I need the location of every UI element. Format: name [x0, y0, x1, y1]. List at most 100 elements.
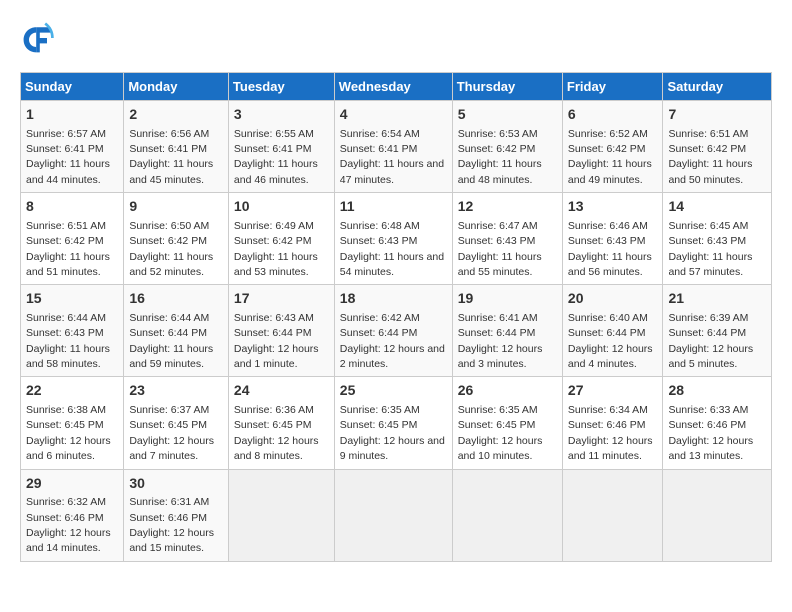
day-info: Sunrise: 6:40 AMSunset: 6:44 PMDaylight:… [568, 312, 653, 370]
day-info: Sunrise: 6:43 AMSunset: 6:44 PMDaylight:… [234, 312, 319, 370]
day-number: 26 [458, 381, 557, 401]
day-info: Sunrise: 6:51 AMSunset: 6:42 PMDaylight:… [668, 128, 752, 186]
day-info: Sunrise: 6:37 AMSunset: 6:45 PMDaylight:… [129, 404, 214, 462]
day-info: Sunrise: 6:51 AMSunset: 6:42 PMDaylight:… [26, 220, 110, 278]
calendar-cell: 21Sunrise: 6:39 AMSunset: 6:44 PMDayligh… [663, 285, 772, 377]
calendar-header-monday: Monday [124, 73, 229, 101]
calendar-cell: 9 Sunrise: 6:50 AMSunset: 6:42 PMDaylight… [124, 193, 229, 285]
calendar-cell: 26 Sunrise: 6:35 AMSunset: 6:45 PMDayligh… [452, 377, 562, 469]
calendar-cell: 25 Sunrise: 6:35 AMSunset: 6:45 PMDayligh… [334, 377, 452, 469]
calendar-cell: 12Sunrise: 6:47 AMSunset: 6:43 PMDayligh… [452, 193, 562, 285]
calendar-cell: 8 Sunrise: 6:51 AMSunset: 6:42 PMDaylight… [21, 193, 124, 285]
day-info: Sunrise: 6:35 AMSunset: 6:45 PMDaylight:… [340, 404, 445, 462]
calendar-cell: 19 Sunrise: 6:41 AMSunset: 6:44 PMDayligh… [452, 285, 562, 377]
day-info: Sunrise: 6:44 AMSunset: 6:43 PMDaylight:… [26, 312, 110, 370]
day-info: Sunrise: 6:36 AMSunset: 6:45 PMDaylight:… [234, 404, 319, 462]
calendar-header-tuesday: Tuesday [228, 73, 334, 101]
day-number: 1 [26, 105, 118, 125]
calendar-cell [452, 469, 562, 561]
calendar-cell: 24Sunrise: 6:36 AMSunset: 6:45 PMDayligh… [228, 377, 334, 469]
day-info: Sunrise: 6:41 AMSunset: 6:44 PMDaylight:… [458, 312, 543, 370]
calendar-cell: 28 Sunrise: 6:33 AMSunset: 6:46 PMDayligh… [663, 377, 772, 469]
calendar-header-sunday: Sunday [21, 73, 124, 101]
day-number: 16 [129, 289, 223, 309]
calendar-cell: 10 Sunrise: 6:49 AMSunset: 6:42 PMDayligh… [228, 193, 334, 285]
day-number: 11 [340, 197, 447, 217]
day-info: Sunrise: 6:47 AMSunset: 6:43 PMDaylight:… [458, 220, 542, 278]
day-info: Sunrise: 6:38 AMSunset: 6:45 PMDaylight:… [26, 404, 111, 462]
calendar-cell: 27 Sunrise: 6:34 AMSunset: 6:46 PMDayligh… [562, 377, 663, 469]
calendar-cell: 29Sunrise: 6:32 AMSunset: 6:46 PMDayligh… [21, 469, 124, 561]
calendar-cell: 4Sunrise: 6:54 AMSunset: 6:41 PMDaylight… [334, 101, 452, 193]
day-info: Sunrise: 6:34 AMSunset: 6:46 PMDaylight:… [568, 404, 653, 462]
calendar-cell: 2Sunrise: 6:56 AMSunset: 6:41 PMDaylight… [124, 101, 229, 193]
calendar-cell: 14 Sunrise: 6:45 AMSunset: 6:43 PMDayligh… [663, 193, 772, 285]
day-info: Sunrise: 6:56 AMSunset: 6:41 PMDaylight:… [129, 128, 213, 186]
calendar-cell: 13 Sunrise: 6:46 AMSunset: 6:43 PMDayligh… [562, 193, 663, 285]
day-number: 28 [668, 381, 766, 401]
calendar-cell: 30Sunrise: 6:31 AMSunset: 6:46 PMDayligh… [124, 469, 229, 561]
day-number: 6 [568, 105, 658, 125]
day-number: 17 [234, 289, 329, 309]
calendar-cell: 11 Sunrise: 6:48 AMSunset: 6:43 PMDayligh… [334, 193, 452, 285]
day-info: Sunrise: 6:48 AMSunset: 6:43 PMDaylight:… [340, 220, 444, 278]
calendar-header-thursday: Thursday [452, 73, 562, 101]
day-info: Sunrise: 6:49 AMSunset: 6:42 PMDaylight:… [234, 220, 318, 278]
logo [20, 20, 60, 56]
calendar-cell: 18 Sunrise: 6:42 AMSunset: 6:44 PMDayligh… [334, 285, 452, 377]
day-number: 4 [340, 105, 447, 125]
day-number: 21 [668, 289, 766, 309]
day-info: Sunrise: 6:50 AMSunset: 6:42 PMDaylight:… [129, 220, 213, 278]
day-number: 30 [129, 474, 223, 494]
day-number: 22 [26, 381, 118, 401]
day-info: Sunrise: 6:32 AMSunset: 6:46 PMDaylight:… [26, 496, 111, 554]
day-info: Sunrise: 6:33 AMSunset: 6:46 PMDaylight:… [668, 404, 753, 462]
calendar-cell: 15 Sunrise: 6:44 AMSunset: 6:43 PMDayligh… [21, 285, 124, 377]
calendar-header-saturday: Saturday [663, 73, 772, 101]
calendar-cell [228, 469, 334, 561]
day-info: Sunrise: 6:31 AMSunset: 6:46 PMDaylight:… [129, 496, 214, 554]
day-info: Sunrise: 6:46 AMSunset: 6:43 PMDaylight:… [568, 220, 652, 278]
calendar-header-wednesday: Wednesday [334, 73, 452, 101]
calendar-cell: 5 Sunrise: 6:53 AMSunset: 6:42 PMDaylight… [452, 101, 562, 193]
day-number: 9 [129, 197, 223, 217]
calendar-cell: 17 Sunrise: 6:43 AMSunset: 6:44 PMDayligh… [228, 285, 334, 377]
day-info: Sunrise: 6:35 AMSunset: 6:45 PMDaylight:… [458, 404, 543, 462]
calendar-cell: 20 Sunrise: 6:40 AMSunset: 6:44 PMDayligh… [562, 285, 663, 377]
day-number: 13 [568, 197, 658, 217]
calendar-cell: 7 Sunrise: 6:51 AMSunset: 6:42 PMDaylight… [663, 101, 772, 193]
day-number: 14 [668, 197, 766, 217]
day-info: Sunrise: 6:53 AMSunset: 6:42 PMDaylight:… [458, 128, 542, 186]
calendar-cell: 23Sunrise: 6:37 AMSunset: 6:45 PMDayligh… [124, 377, 229, 469]
calendar-week-row: 1 Sunrise: 6:57 AMSunset: 6:41 PMDaylight… [21, 101, 772, 193]
day-number: 15 [26, 289, 118, 309]
day-number: 18 [340, 289, 447, 309]
calendar-week-row: 29Sunrise: 6:32 AMSunset: 6:46 PMDayligh… [21, 469, 772, 561]
day-number: 8 [26, 197, 118, 217]
day-number: 29 [26, 474, 118, 494]
calendar-cell [334, 469, 452, 561]
day-number: 19 [458, 289, 557, 309]
calendar-cell [562, 469, 663, 561]
day-number: 10 [234, 197, 329, 217]
day-info: Sunrise: 6:45 AMSunset: 6:43 PMDaylight:… [668, 220, 752, 278]
day-number: 5 [458, 105, 557, 125]
calendar-cell: 16 Sunrise: 6:44 AMSunset: 6:44 PMDayligh… [124, 285, 229, 377]
day-number: 7 [668, 105, 766, 125]
day-info: Sunrise: 6:52 AMSunset: 6:42 PMDaylight:… [568, 128, 652, 186]
day-info: Sunrise: 6:57 AMSunset: 6:41 PMDaylight:… [26, 128, 110, 186]
day-number: 25 [340, 381, 447, 401]
logo-icon [20, 20, 56, 56]
calendar-header-friday: Friday [562, 73, 663, 101]
calendar-week-row: 22 Sunrise: 6:38 AMSunset: 6:45 PMDayligh… [21, 377, 772, 469]
calendar-cell: 3Sunrise: 6:55 AMSunset: 6:41 PMDaylight… [228, 101, 334, 193]
day-info: Sunrise: 6:44 AMSunset: 6:44 PMDaylight:… [129, 312, 213, 370]
calendar-cell [663, 469, 772, 561]
calendar-cell: 6 Sunrise: 6:52 AMSunset: 6:42 PMDaylight… [562, 101, 663, 193]
day-info: Sunrise: 6:42 AMSunset: 6:44 PMDaylight:… [340, 312, 445, 370]
calendar-cell: 22 Sunrise: 6:38 AMSunset: 6:45 PMDayligh… [21, 377, 124, 469]
calendar-cell: 1 Sunrise: 6:57 AMSunset: 6:41 PMDaylight… [21, 101, 124, 193]
day-number: 20 [568, 289, 658, 309]
day-number: 3 [234, 105, 329, 125]
day-number: 27 [568, 381, 658, 401]
